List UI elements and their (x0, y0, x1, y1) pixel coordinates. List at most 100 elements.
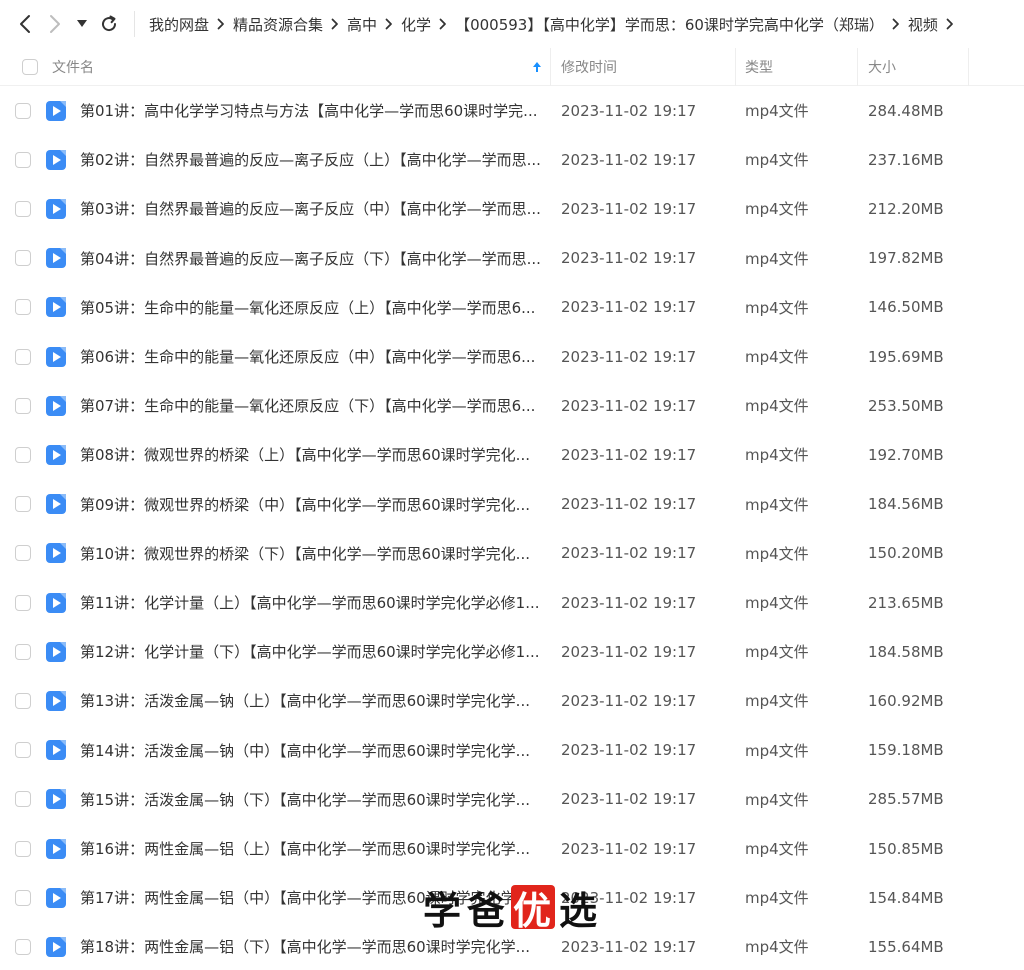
row-checkbox-cell (15, 86, 31, 135)
file-mtime: 2023-11-02 19:17 (561, 790, 697, 809)
back-button[interactable] (10, 0, 40, 48)
row-checkbox[interactable] (15, 348, 31, 365)
breadcrumb-item[interactable]: 精品资源合集 (233, 14, 323, 35)
column-header-size-label: 大小 (868, 60, 896, 76)
file-row[interactable]: 第09讲：微观世界的桥梁（中）【高中化学—学而思60课时学完化... 2023-1… (0, 480, 1024, 529)
column-header-name[interactable]: 文件名 (52, 48, 94, 86)
sort-arrow-up-icon (533, 62, 541, 72)
file-row[interactable]: 第15讲：活泼金属—钠（下）【高中化学—学而思60课时学完化学... 2023-1… (0, 775, 1024, 824)
file-row[interactable]: 第06讲：生命中的能量—氧化还原反应（中）【高中化学—学而思6... 2023-1… (0, 332, 1024, 381)
chevron-right-icon (938, 18, 962, 30)
file-name[interactable]: 第01讲：高中化学学习特点与方法【高中化学—学而思60课时学完... (80, 86, 542, 135)
history-dropdown-button[interactable] (70, 0, 94, 48)
row-checkbox-cell (15, 824, 31, 873)
row-checkbox[interactable] (15, 938, 31, 955)
file-name[interactable]: 第07讲：生命中的能量—氧化还原反应（下）【高中化学—学而思6... (80, 381, 542, 430)
file-name[interactable]: 第15讲：活泼金属—钠（下）【高中化学—学而思60课时学完化学... (80, 775, 542, 824)
file-row[interactable]: 第04讲：自然界最普遍的反应—离子反应（下）【高中化学—学而思... 2023-1… (0, 234, 1024, 283)
row-checkbox-cell (15, 283, 31, 332)
video-file-icon (45, 529, 67, 578)
file-name[interactable]: 第10讲：微观世界的桥梁（下）【高中化学—学而思60课时学完化... (80, 529, 542, 578)
file-mtime: 2023-11-02 19:17 (561, 741, 697, 760)
column-header-type-label: 类型 (745, 60, 773, 76)
file-type: mp4文件 (745, 840, 809, 858)
select-all-checkbox[interactable] (22, 59, 38, 75)
row-checkbox[interactable] (15, 791, 31, 808)
file-type: mp4文件 (745, 446, 809, 465)
breadcrumb-item[interactable]: 视频 (908, 14, 938, 35)
row-checkbox[interactable] (15, 692, 31, 709)
column-header-mtime[interactable]: 修改时间 (561, 48, 617, 86)
row-checkbox[interactable] (15, 742, 31, 759)
file-row[interactable]: 第13讲：活泼金属—钠（上）【高中化学—学而思60课时学完化学... 2023-1… (0, 676, 1024, 725)
sort-indicator[interactable] (532, 48, 542, 86)
column-divider (735, 48, 736, 86)
column-divider (968, 48, 969, 86)
video-file-icon (45, 234, 67, 283)
row-checkbox[interactable] (15, 446, 31, 463)
file-row[interactable]: 第10讲：微观世界的桥梁（下）【高中化学—学而思60课时学完化... 2023-1… (0, 529, 1024, 578)
file-name[interactable]: 第09讲：微观世界的桥梁（中）【高中化学—学而思60课时学完化... (80, 480, 542, 529)
file-mtime: 2023-11-02 19:17 (561, 396, 697, 415)
row-checkbox[interactable] (15, 102, 31, 119)
watermark-char-highlight: 优 (511, 885, 556, 933)
file-name[interactable]: 第08讲：微观世界的桥梁（上）【高中化学—学而思60课时学完化... (80, 430, 542, 479)
file-name[interactable]: 第11讲：化学计量（上）【高中化学—学而思60课时学完化学必修1... (80, 578, 542, 627)
file-row[interactable]: 第16讲：两性金属—铝（上）【高中化学—学而思60课时学完化学... 2023-1… (0, 824, 1024, 873)
file-row[interactable]: 第05讲：生命中的能量—氧化还原反应（上）【高中化学—学而思6... 2023-1… (0, 283, 1024, 332)
file-row[interactable]: 第11讲：化学计量（上）【高中化学—学而思60课时学完化学必修1... 2023-… (0, 578, 1024, 627)
file-row[interactable]: 第08讲：微观世界的桥梁（上）【高中化学—学而思60课时学完化... 2023-1… (0, 430, 1024, 479)
file-name[interactable]: 第12讲：化学计量（下）【高中化学—学而思60课时学完化学必修1... (80, 627, 542, 676)
file-mtime: 2023-11-02 19:17 (561, 495, 697, 514)
forward-button[interactable] (40, 0, 70, 48)
column-header-size[interactable]: 大小 (868, 48, 896, 86)
breadcrumb-item[interactable]: 【000593】【高中化学】学而思：60课时学完高中化学（郑瑞） (455, 14, 884, 35)
file-size: 155.64MB (868, 937, 944, 956)
file-name[interactable]: 第13讲：活泼金属—钠（上）【高中化学—学而思60课时学完化学... (80, 676, 542, 725)
file-row[interactable]: 第01讲：高中化学学习特点与方法【高中化学—学而思60课时学完... 2023-1… (0, 86, 1024, 135)
file-size: 212.20MB (868, 199, 944, 218)
breadcrumb-item[interactable]: 化学 (401, 14, 431, 35)
row-checkbox[interactable] (15, 397, 31, 414)
row-checkbox[interactable] (15, 545, 31, 562)
row-checkbox[interactable] (15, 151, 31, 168)
video-file-icon (45, 184, 67, 233)
file-size: 150.20MB (868, 544, 944, 563)
row-checkbox-cell (15, 480, 31, 529)
video-file-icon (45, 824, 67, 873)
row-checkbox[interactable] (15, 250, 31, 267)
file-row[interactable]: 第07讲：生命中的能量—氧化还原反应（下）【高中化学—学而思6... 2023-1… (0, 381, 1024, 430)
video-file-icon (45, 627, 67, 676)
file-name[interactable]: 第03讲：自然界最普遍的反应—离子反应（中）【高中化学—学而思... (80, 184, 542, 233)
video-file-icon (45, 922, 67, 970)
row-checkbox[interactable] (15, 889, 31, 906)
file-row[interactable]: 第14讲：活泼金属—钠（中）【高中化学—学而思60课时学完化学... 2023-1… (0, 726, 1024, 775)
refresh-button[interactable] (94, 0, 124, 48)
file-type: mp4文件 (745, 741, 809, 760)
file-mtime: 2023-11-02 19:17 (561, 150, 697, 169)
breadcrumb-item[interactable]: 高中 (347, 14, 377, 35)
file-mtime: 2023-11-02 19:17 (561, 445, 697, 464)
file-type: mp4文件 (745, 200, 809, 219)
row-checkbox[interactable] (15, 840, 31, 857)
breadcrumb-item[interactable]: 我的网盘 (149, 14, 209, 35)
row-checkbox[interactable] (15, 299, 31, 316)
chevron-right-icon (50, 15, 60, 33)
file-name[interactable]: 第02讲：自然界最普遍的反应—离子反应（上）【高中化学—学而思... (80, 135, 542, 184)
row-checkbox[interactable] (15, 643, 31, 660)
file-name[interactable]: 第14讲：活泼金属—钠（中）【高中化学—学而思60课时学完化学... (80, 726, 542, 775)
row-checkbox[interactable] (15, 594, 31, 611)
row-checkbox[interactable] (15, 496, 31, 513)
file-name[interactable]: 第16讲：两性金属—铝（上）【高中化学—学而思60课时学完化学... (80, 824, 542, 873)
file-row[interactable]: 第12讲：化学计量（下）【高中化学—学而思60课时学完化学必修1... 2023-… (0, 627, 1024, 676)
file-row[interactable]: 第03讲：自然界最普遍的反应—离子反应（中）【高中化学—学而思... 2023-1… (0, 184, 1024, 233)
file-name[interactable]: 第06讲：生命中的能量—氧化还原反应（中）【高中化学—学而思6... (80, 332, 542, 381)
file-name[interactable]: 第05讲：生命中的能量—氧化还原反应（上）【高中化学—学而思6... (80, 283, 542, 332)
file-mtime: 2023-11-02 19:17 (561, 298, 697, 317)
watermark-char: 爸 (467, 887, 508, 933)
row-checkbox[interactable] (15, 200, 31, 217)
file-name[interactable]: 第04讲：自然界最普遍的反应—离子反应（下）【高中化学—学而思... (80, 234, 542, 283)
file-row[interactable]: 第02讲：自然界最普遍的反应—离子反应（上）【高中化学—学而思... 2023-1… (0, 135, 1024, 184)
column-header-type[interactable]: 类型 (745, 48, 773, 86)
file-mtime: 2023-11-02 19:17 (561, 249, 697, 268)
